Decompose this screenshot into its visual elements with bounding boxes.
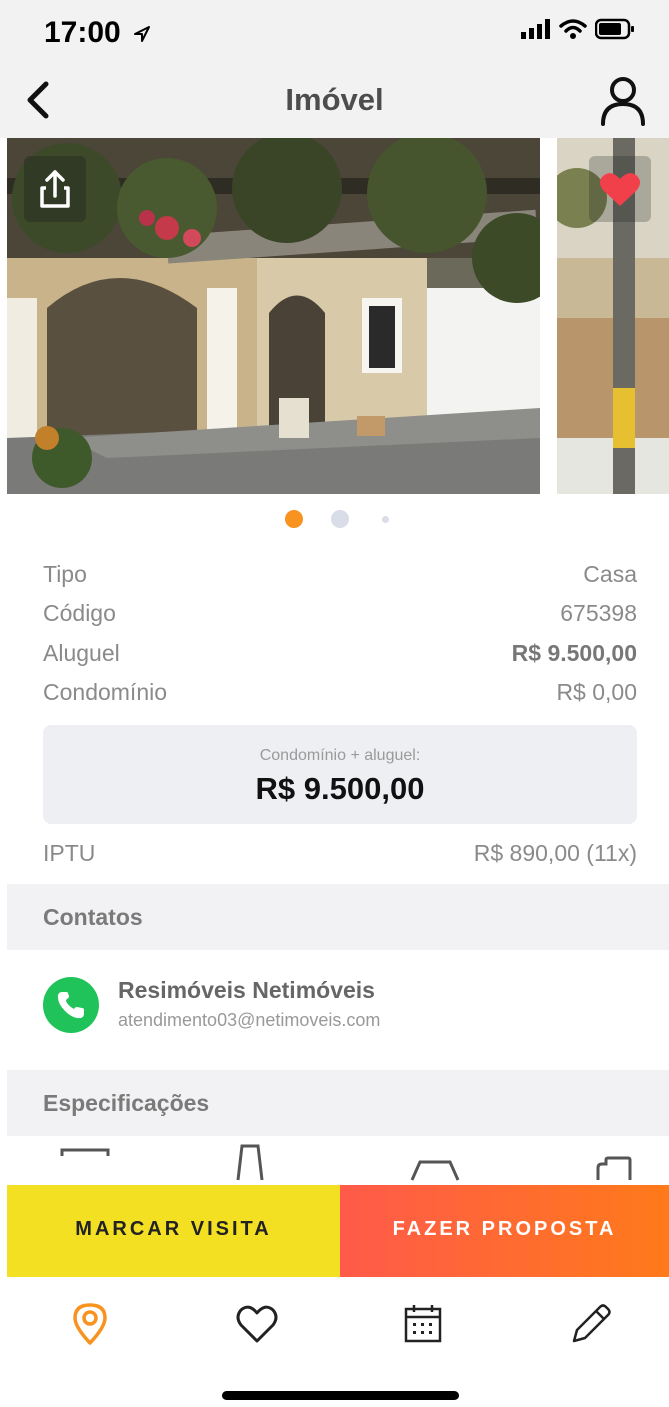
make-offer-label: FAZER PROPOSTA xyxy=(392,1218,617,1240)
location-pin-icon xyxy=(73,1303,107,1345)
pencil-icon xyxy=(572,1304,611,1343)
tab-schedule[interactable] xyxy=(398,1299,448,1349)
status-time-text: 17:00 xyxy=(44,16,121,49)
favorite-button[interactable] xyxy=(589,156,651,222)
share-icon xyxy=(40,170,70,208)
make-offer-button[interactable]: FAZER PROPOSTA xyxy=(340,1185,669,1277)
detail-row-aluguel: Aluguel R$ 9.500,00 xyxy=(43,640,637,676)
location-arrow-icon xyxy=(134,26,151,43)
detail-value: 675398 xyxy=(560,600,637,626)
wifi-icon xyxy=(559,19,587,39)
profile-button[interactable] xyxy=(599,74,647,126)
section-title: Contatos xyxy=(43,904,143,930)
detail-value: R$ 890,00 (11x) xyxy=(473,840,637,866)
calendar-icon xyxy=(404,1305,442,1343)
section-header-especificacoes: Especificações xyxy=(7,1070,669,1136)
phone-call-button[interactable] xyxy=(43,977,99,1033)
contact-item[interactable]: Resimóveis Netimóveis atendimento03@neti… xyxy=(43,975,637,1045)
contact-name: Resimóveis Netimóveis xyxy=(118,977,375,1003)
tab-bar xyxy=(0,1277,669,1407)
pagination-dot[interactable] xyxy=(382,516,389,523)
detail-value: Casa xyxy=(583,561,637,587)
section-header-contatos: Contatos xyxy=(7,884,669,950)
detail-label: Aluguel xyxy=(43,640,120,666)
photo-gallery[interactable] xyxy=(0,138,669,494)
tab-map[interactable] xyxy=(65,1299,115,1349)
detail-row-condominio: Condomínio R$ 0,00 xyxy=(43,679,637,715)
property-photo-image xyxy=(7,138,540,494)
heart-icon xyxy=(236,1305,278,1343)
signal-icon xyxy=(521,19,550,39)
bed-icon xyxy=(60,1148,110,1156)
area-icon xyxy=(596,1156,632,1180)
nav-bar: Imóvel xyxy=(0,64,669,138)
property-photo[interactable] xyxy=(7,138,540,494)
detail-label: IPTU xyxy=(43,840,96,866)
status-time: 17:00 xyxy=(44,16,151,50)
schedule-visit-button[interactable]: MARCAR VISITA xyxy=(7,1185,340,1277)
garage-icon xyxy=(410,1160,460,1181)
detail-label: Condomínio xyxy=(43,679,168,705)
heart-filled-icon xyxy=(600,173,640,206)
detail-value: R$ 0,00 xyxy=(556,679,637,705)
detail-row-tipo: Tipo Casa xyxy=(43,561,637,597)
total-cost-label: Condomínio + aluguel: xyxy=(259,747,421,764)
section-title: Especificações xyxy=(43,1090,210,1116)
total-cost-value: R$ 9.500,00 xyxy=(255,771,425,806)
schedule-visit-label: MARCAR VISITA xyxy=(75,1218,272,1240)
total-cost-box: Condomínio + aluguel: R$ 9.500,00 xyxy=(43,725,637,824)
page-title: Imóvel xyxy=(285,82,384,117)
tab-edit[interactable] xyxy=(566,1299,616,1349)
home-indicator xyxy=(222,1391,459,1400)
pagination-dot-active[interactable] xyxy=(285,510,303,528)
pagination-dot[interactable] xyxy=(331,510,349,528)
battery-icon xyxy=(595,18,634,40)
status-bar: 17:00 xyxy=(0,0,669,64)
detail-label: Código xyxy=(43,600,116,626)
status-icons xyxy=(521,18,635,40)
detail-row-iptu: IPTU R$ 890,00 (11x) xyxy=(43,840,637,876)
tab-favorites[interactable] xyxy=(232,1299,282,1349)
detail-row-codigo: Código 675398 xyxy=(43,600,637,636)
bath-icon xyxy=(236,1144,264,1181)
detail-label: Tipo xyxy=(43,561,87,587)
user-icon xyxy=(601,77,645,126)
contact-email[interactable]: atendimento03@netimoveis.com xyxy=(118,1010,380,1031)
gallery-pagination xyxy=(0,510,669,530)
share-button[interactable] xyxy=(24,156,86,222)
phone-icon xyxy=(57,992,84,1019)
detail-value: R$ 9.500,00 xyxy=(511,640,637,666)
spec-icons-row xyxy=(0,1140,669,1185)
